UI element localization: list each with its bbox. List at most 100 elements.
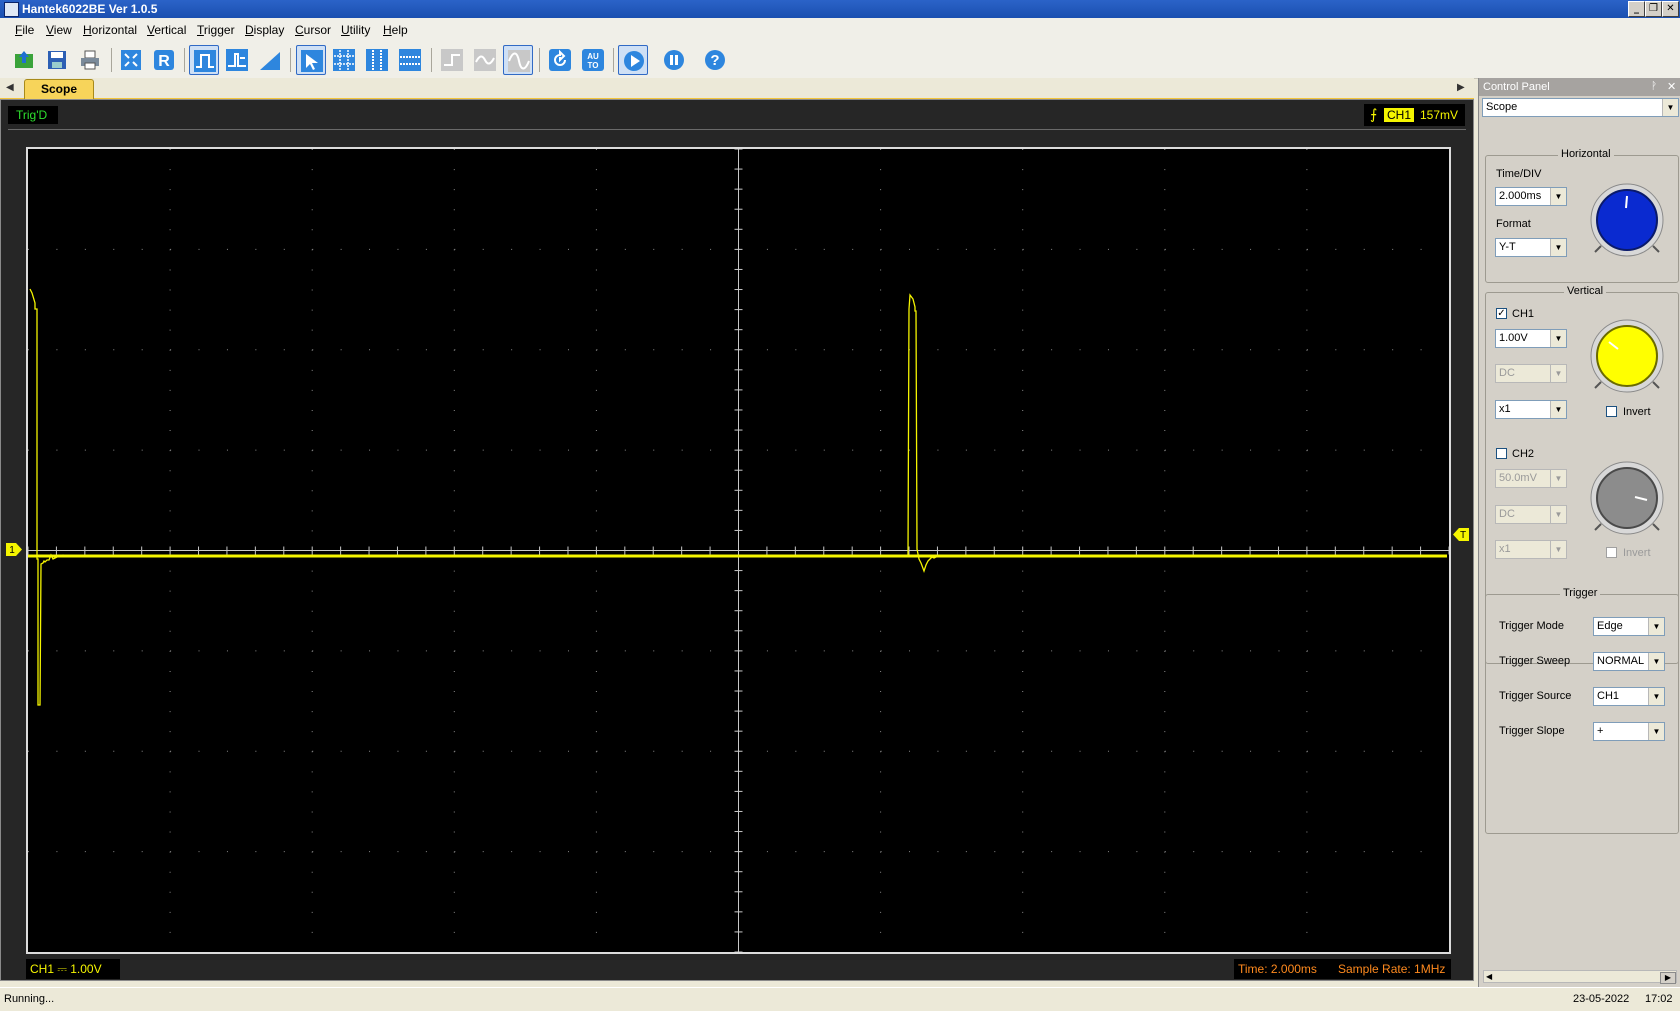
horizontal-cursor-icon[interactable] xyxy=(395,45,425,75)
window-title: Hantek6022BE Ver 1.0.5 xyxy=(22,2,158,16)
scroll-right-icon: ▶ xyxy=(1660,972,1676,984)
menu-trigger[interactable]: Trigger xyxy=(197,23,235,37)
trigger-readout: ⨍ CH1 157mV xyxy=(1364,104,1465,126)
status-date: 23-05-2022 xyxy=(1573,993,1630,1005)
ch2-label: CH2 xyxy=(1512,448,1535,460)
trigger-mode-label: Trigger Mode xyxy=(1499,620,1565,632)
zoom-fit-icon[interactable] xyxy=(116,45,146,75)
help-icon[interactable]: ? xyxy=(700,45,730,75)
divider xyxy=(8,129,1466,130)
trigger-mode-select[interactable]: Edge ▼ xyxy=(1593,617,1665,636)
menu-file[interactable]: File xyxy=(15,23,34,37)
panel-mode-select[interactable]: Scope ▼ xyxy=(1482,98,1679,117)
menu-view[interactable]: View xyxy=(46,23,72,37)
menu-bar: File View Horizontal Vertical Trigger Di… xyxy=(0,18,1680,42)
svg-text:R: R xyxy=(158,53,170,70)
time-per-div: Time: 2.000ms xyxy=(1238,962,1317,976)
trigger-slope-icon: ⨍ xyxy=(1370,106,1378,122)
ch2-checkbox[interactable] xyxy=(1496,448,1507,459)
control-panel: Control Panel ᚹ ✕ Scope ▼ Horizontal Time… xyxy=(1478,78,1680,987)
reference-icon[interactable]: R xyxy=(149,45,179,75)
print-icon[interactable] xyxy=(75,45,105,75)
trigger-source-label: Trigger Source xyxy=(1499,690,1572,702)
status-text: Running... xyxy=(4,993,55,1005)
ch1-scale-readout: CH1 ⎓ 1.00V xyxy=(26,959,120,979)
time-div-label: Time/DIV xyxy=(1496,168,1542,180)
trigger-sweep-select[interactable]: NORMAL ▼ xyxy=(1593,652,1665,671)
ch2-invert-label: Invert xyxy=(1623,547,1651,559)
tab-scroll-left-icon[interactable]: ◀ xyxy=(6,82,14,93)
minimize-button[interactable]: _ xyxy=(1628,1,1645,17)
run-icon[interactable] xyxy=(618,45,648,75)
refresh-icon[interactable] xyxy=(545,45,575,75)
ch2-invert-checkbox[interactable] xyxy=(1606,547,1617,558)
tab-scroll-right-icon[interactable]: ▶ xyxy=(1457,82,1465,93)
open-icon[interactable] xyxy=(9,45,39,75)
horizontal-knob[interactable] xyxy=(1589,182,1665,258)
vertical-cursor-icon[interactable] xyxy=(362,45,392,75)
waveform-svg xyxy=(28,149,1449,952)
close-button[interactable]: ✕ xyxy=(1662,1,1679,17)
menu-cursor[interactable]: Cursor xyxy=(295,23,331,37)
square-wave-icon[interactable] xyxy=(189,45,219,75)
ch1-coupling-select[interactable]: DC ▼ xyxy=(1495,364,1567,383)
ch2-coupling-select[interactable]: DC ▼ xyxy=(1495,505,1567,524)
panel-horizontal-scrollbar[interactable]: ◀ ▶ xyxy=(1483,970,1677,984)
ch2-knob[interactable] xyxy=(1589,460,1665,536)
menu-horizontal[interactable]: Horizontal xyxy=(83,23,137,37)
grid-cursor-icon[interactable] xyxy=(329,45,359,75)
pause-icon[interactable] xyxy=(659,45,689,75)
control-panel-header: Control Panel ᚹ ✕ xyxy=(1479,78,1680,96)
menu-help[interactable]: Help xyxy=(383,23,408,37)
trigger-level-marker[interactable]: T xyxy=(1453,528,1469,541)
tab-bar: ◀ Scope ▶ xyxy=(0,78,1474,100)
ch2-volts-select[interactable]: 50.0mV ▼ xyxy=(1495,469,1567,488)
pulse-icon[interactable] xyxy=(222,45,252,75)
close-panel-icon[interactable]: ✕ xyxy=(1667,78,1676,96)
scroll-left-icon: ◀ xyxy=(1486,972,1493,981)
trigger-marker-label: T xyxy=(1460,530,1466,541)
menu-vertical[interactable]: Vertical xyxy=(147,23,186,37)
ch1-invert-checkbox[interactable] xyxy=(1606,406,1617,417)
trigger-channel: CH1 xyxy=(1384,108,1415,122)
ch1-checkbox[interactable]: ✓ xyxy=(1496,308,1507,319)
svg-text:AU: AU xyxy=(587,52,599,61)
timebase-readout: Time: 2.000ms Sample Rate: 1MHz xyxy=(1234,959,1451,979)
trigger-status: Trig'D xyxy=(8,106,58,124)
save-icon[interactable] xyxy=(42,45,72,75)
ch1-invert-label: Invert xyxy=(1623,406,1651,418)
trigger-source-select[interactable]: CH1 ▼ xyxy=(1593,687,1665,706)
sine-icon[interactable] xyxy=(503,45,533,75)
trigger-group-title: Trigger xyxy=(1560,587,1601,599)
restore-button[interactable]: ❐ xyxy=(1645,1,1662,17)
ch1-knob[interactable] xyxy=(1589,318,1665,394)
tab-scope[interactable]: Scope xyxy=(24,79,94,99)
menu-display[interactable]: Display xyxy=(245,23,284,37)
toolbar: R AU TO ? xyxy=(0,42,1680,79)
trigger-slope-label: Trigger Slope xyxy=(1499,725,1565,737)
ch2-probe-select[interactable]: x1 ▼ xyxy=(1495,540,1567,559)
auto-icon[interactable]: AU TO xyxy=(578,45,608,75)
format-select[interactable]: Y-T ▼ xyxy=(1495,238,1567,257)
step-icon[interactable] xyxy=(437,45,467,75)
vertical-group-title: Vertical xyxy=(1564,285,1607,297)
menu-utility[interactable]: Utility xyxy=(341,23,370,37)
title-bar: Hantek6022BE Ver 1.0.5 _ ❐ ✕ xyxy=(0,0,1680,18)
ch1-marker[interactable]: 1 xyxy=(6,543,22,556)
svg-text:?: ? xyxy=(710,52,719,69)
waveform-display[interactable] xyxy=(26,147,1451,954)
graticule xyxy=(28,149,1449,952)
cursor-select-icon[interactable] xyxy=(296,45,326,75)
ramp-icon[interactable] xyxy=(255,45,285,75)
control-panel-title: Control Panel xyxy=(1483,81,1550,93)
interpolate-icon[interactable] xyxy=(470,45,500,75)
trigger-level: 157mV xyxy=(1420,108,1459,122)
ch1-label: CH1 xyxy=(1512,308,1535,320)
horizontal-group-title: Horizontal xyxy=(1558,148,1614,160)
ch1-probe-select[interactable]: x1 ▼ xyxy=(1495,400,1567,419)
pin-icon[interactable]: ᚹ xyxy=(1651,78,1657,96)
trigger-slope-select[interactable]: + ▼ xyxy=(1593,722,1665,741)
time-div-select[interactable]: 2.000ms ▼ xyxy=(1495,187,1567,206)
status-bar: Running... 23-05-2022 17:02 xyxy=(0,987,1680,1011)
ch1-volts-select[interactable]: 1.00V ▼ xyxy=(1495,329,1567,348)
